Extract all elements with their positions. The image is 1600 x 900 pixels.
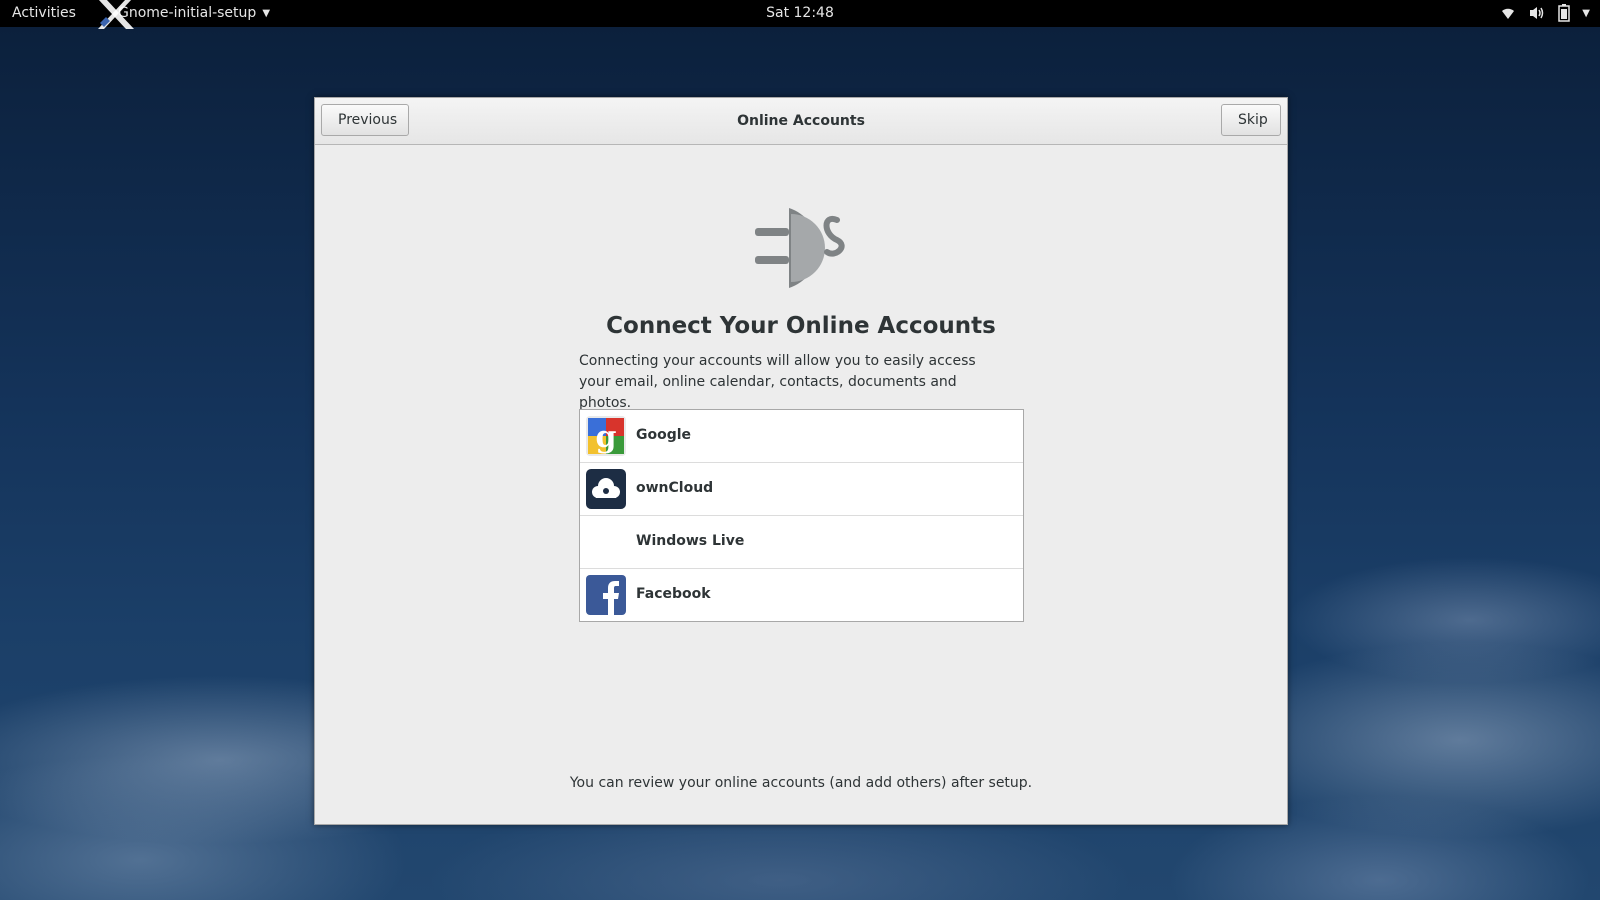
provider-label: Windows Live (636, 533, 745, 549)
provider-label: Facebook (636, 586, 711, 602)
battery-icon[interactable] (1558, 4, 1571, 22)
provider-row-google[interactable]: g Google (580, 410, 1023, 463)
provider-list: g Google ownCloud Windows Live Facebook (579, 409, 1024, 622)
system-menu-caret-icon[interactable]: ▼ (1582, 8, 1590, 19)
provider-label: ownCloud (636, 480, 714, 496)
svg-text:g: g (596, 420, 617, 455)
volume-icon[interactable] (1528, 5, 1546, 21)
provider-label: Google (636, 427, 692, 443)
owncloud-icon (586, 469, 626, 509)
provider-row-owncloud[interactable]: ownCloud (580, 463, 1023, 516)
clock[interactable]: Sat 12:48 (0, 5, 1600, 21)
dialog-title: Online Accounts (737, 113, 865, 129)
wifi-icon[interactable] (1500, 5, 1516, 21)
google-icon: g (586, 416, 626, 456)
skip-button[interactable]: Skip (1221, 104, 1281, 136)
initial-setup-dialog: Previous Online Accounts Skip Connect Yo… (314, 97, 1288, 825)
system-tray[interactable]: ▼ (1500, 4, 1590, 22)
page-description: Connecting your accounts will allow you … (579, 353, 976, 411)
provider-row-facebook[interactable]: Facebook (580, 569, 1023, 621)
header-bar: Previous Online Accounts Skip (315, 98, 1287, 145)
footer-note: You can review your online accounts (and… (569, 775, 1033, 791)
facebook-icon (586, 575, 626, 615)
online-accounts-plug-icon (755, 208, 845, 288)
provider-row-windows-live[interactable]: Windows Live (580, 516, 1023, 569)
page-heading: Connect Your Online Accounts (606, 313, 996, 339)
top-bar: Activities Gnome-initial-setup ▼ Sat 12:… (0, 0, 1600, 29)
